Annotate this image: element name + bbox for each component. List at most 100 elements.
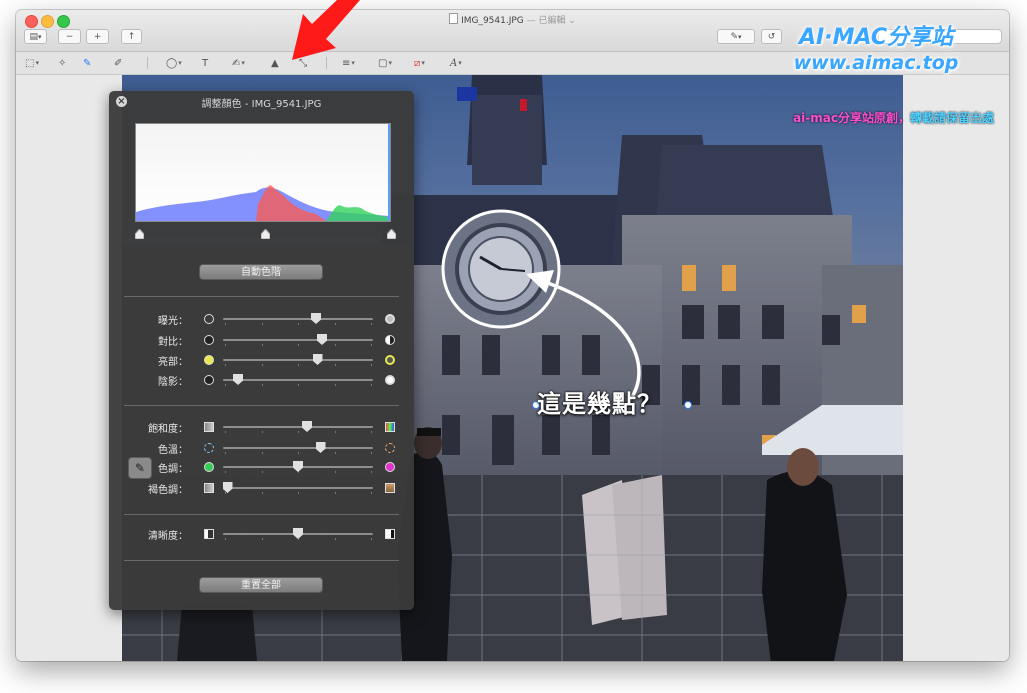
- signature-icon: ✍: [232, 57, 241, 69]
- white-balance-eyedropper-button[interactable]: ✎: [128, 457, 152, 479]
- watermark-title: AI·MAC分享站: [799, 25, 953, 50]
- chevron-down-icon: ▾: [351, 59, 355, 67]
- window-filename: IMG_9541.JPG: [461, 16, 524, 26]
- instant-alpha-tool[interactable]: ✧: [58, 56, 66, 70]
- dot-yellow-icon: [204, 355, 214, 365]
- edited-status: — 已編輯: [523, 16, 569, 26]
- watermark-notice: ai-mac分享站原創，轉載請保留出處: [744, 109, 994, 126]
- annotation-text[interactable]: 這是幾點？: [537, 384, 662, 419]
- slider-ticks: [225, 431, 373, 433]
- text-tool[interactable]: T: [202, 56, 208, 70]
- watermark-logo: AI·MAC分享站 www.aimac.top: [756, 25, 996, 75]
- adjust-color-panel: × 調整顏色 - IMG_9541.JPG 自動色階 ✎ 重置全部 曝光： 對比：…: [109, 91, 414, 610]
- histogram-midpoint-handle[interactable]: [260, 224, 271, 240]
- draw-tool[interactable]: ✐: [114, 56, 122, 70]
- slider-label-highlights: 亮部：: [158, 357, 188, 368]
- chevron-down-icon: ▾: [241, 59, 245, 67]
- slider-label-exposure: 曝光：: [158, 316, 188, 327]
- slider-track-contrast[interactable]: [223, 339, 373, 341]
- dot-light-icon: [385, 375, 395, 385]
- chevron-down-icon: ▾: [35, 59, 39, 67]
- watermark-url: www.aimac.top: [793, 52, 959, 74]
- zoom-out-icon: −: [65, 31, 74, 42]
- histogram-graph: [136, 124, 390, 221]
- slider-track-saturation[interactable]: [223, 426, 373, 428]
- slider-track-shadows[interactable]: [223, 379, 373, 381]
- share-button[interactable]: ↑: [121, 29, 142, 44]
- text-style-icon: A: [450, 57, 458, 69]
- border-color-tool[interactable]: ▢ ▾: [378, 56, 392, 70]
- auto-levels-button[interactable]: 自動色階: [199, 264, 323, 280]
- fill-color-tool[interactable]: ⧄ ▾: [414, 56, 425, 70]
- panel-title: 調整顏色 - IMG_9541.JPG: [201, 99, 322, 110]
- panel-divider: [124, 514, 399, 515]
- slider-track-highlights[interactable]: [223, 359, 373, 361]
- adjust-size-icon: ⤡: [299, 57, 307, 69]
- chevron-down-icon: ▾: [388, 59, 392, 67]
- selection-tool[interactable]: ⬚ ▾: [25, 56, 39, 70]
- adjust-size-tool[interactable]: ⤡: [299, 56, 307, 70]
- sun-small-icon: [204, 314, 214, 324]
- title-chevron-icon: ⌄: [568, 16, 576, 26]
- slider-ticks: [225, 538, 373, 540]
- slider-label-temperature: 色溫：: [158, 445, 188, 456]
- slider-label-tint: 色調：: [158, 464, 188, 475]
- text-selection-handle[interactable]: [684, 401, 692, 409]
- slider-track-temperature[interactable]: [223, 447, 373, 449]
- shapes-icon: ◯: [166, 57, 178, 69]
- zoom-in-button[interactable]: +: [86, 29, 109, 44]
- square-sepia-icon: [385, 483, 395, 493]
- sun-large-icon: [385, 314, 395, 324]
- magic-wand-icon: ✧: [58, 57, 67, 69]
- dot-green-icon: [204, 462, 214, 472]
- histogram-black-point-handle[interactable]: [134, 224, 145, 240]
- slider-label-contrast: 對比：: [158, 337, 188, 348]
- chevron-down-icon: ▾: [38, 32, 42, 41]
- slider-ticks: [225, 344, 373, 346]
- shapes-tool[interactable]: ◯ ▾: [166, 56, 182, 70]
- chevron-down-icon: ▾: [421, 59, 425, 67]
- square-gray-icon: [204, 422, 214, 432]
- shape-style-tool[interactable]: ≡ ▾: [342, 56, 355, 70]
- zoom-out-button[interactable]: −: [58, 29, 81, 44]
- panel-divider: [124, 296, 399, 297]
- border-color-icon: ▢: [378, 57, 388, 69]
- document-icon: [449, 13, 459, 24]
- sketch-icon: ✎: [83, 57, 92, 69]
- toolbar-divider: [326, 57, 327, 69]
- sharp-high-icon: [385, 529, 395, 539]
- sign-tool[interactable]: ✍ ▾: [232, 56, 245, 70]
- dot-yellow-ring-icon: [385, 355, 395, 365]
- slider-ticks: [225, 323, 373, 325]
- watermark-notice-part1: ai-mac分享站原創，: [793, 111, 910, 125]
- markup-toggle-button[interactable]: ✎ ▾: [717, 29, 755, 44]
- slider-track-sepia[interactable]: [223, 487, 373, 489]
- sketch-tool[interactable]: ✎: [83, 56, 91, 70]
- slider-label-saturation: 飽和度：: [148, 424, 188, 435]
- levels-slider[interactable]: [134, 224, 397, 240]
- circle-dark-icon: [204, 335, 214, 345]
- toolbar-divider: [147, 57, 148, 69]
- sidebar-view-button[interactable]: ▤ ▾: [24, 29, 47, 44]
- zoom-in-icon: +: [93, 31, 102, 42]
- reset-all-button[interactable]: 重置全部: [199, 577, 323, 593]
- slider-track-exposure[interactable]: [223, 318, 373, 320]
- panel-divider: [124, 560, 399, 561]
- slider-ticks: [225, 492, 373, 494]
- adjust-color-icon: ▲: [271, 57, 279, 69]
- slider-ticks: [225, 452, 373, 454]
- adjust-color-tool[interactable]: ▲: [271, 56, 279, 70]
- slider-ticks: [225, 364, 373, 366]
- histogram-white-point-handle[interactable]: [386, 224, 397, 240]
- square-gray-icon: [204, 483, 214, 493]
- sharp-low-icon: [204, 529, 214, 539]
- text-style-tool[interactable]: A ▾: [450, 56, 462, 70]
- circle-half-icon: [385, 335, 395, 345]
- chevron-down-icon: ▾: [178, 59, 182, 67]
- sidebar-icon: ▤: [29, 31, 38, 42]
- slider-ticks: [225, 384, 373, 386]
- markup-pen-icon: ✎: [730, 31, 739, 42]
- histogram: [135, 123, 391, 222]
- selection-icon: ⬚: [25, 57, 35, 69]
- fill-color-icon: ⧄: [414, 57, 421, 69]
